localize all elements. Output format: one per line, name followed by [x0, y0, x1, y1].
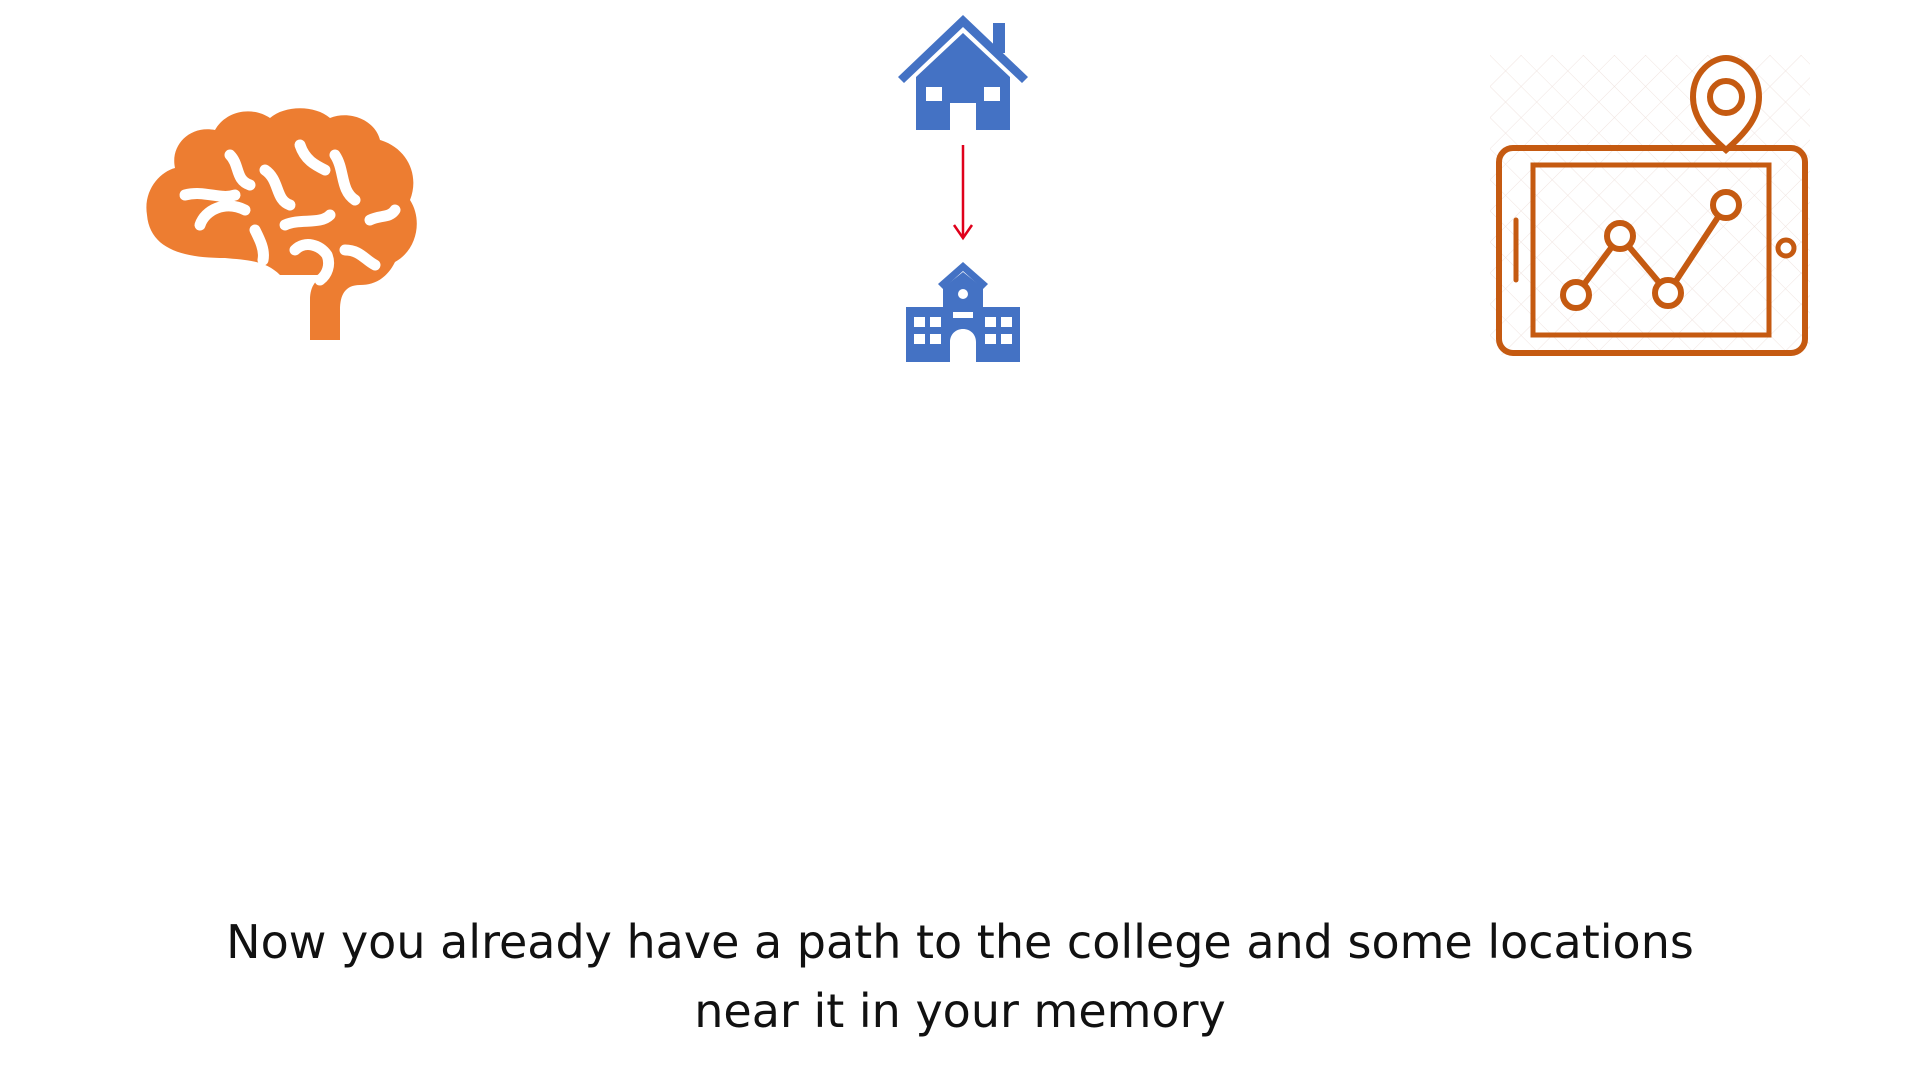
- slide-caption: Now you already have a path to the colle…: [160, 908, 1760, 1046]
- slide: Now you already have a path to the colle…: [0, 0, 1920, 1088]
- caption-line-1: Now you already have a path to the colle…: [226, 915, 1694, 969]
- school-building-icon: [906, 262, 1020, 362]
- arrow-down-icon: [952, 145, 974, 241]
- caption-line-2: near it in your memory: [694, 984, 1226, 1038]
- brain-icon: [146, 108, 417, 340]
- map-tablet-icon: [1490, 55, 1810, 356]
- house-icon: [898, 15, 1028, 130]
